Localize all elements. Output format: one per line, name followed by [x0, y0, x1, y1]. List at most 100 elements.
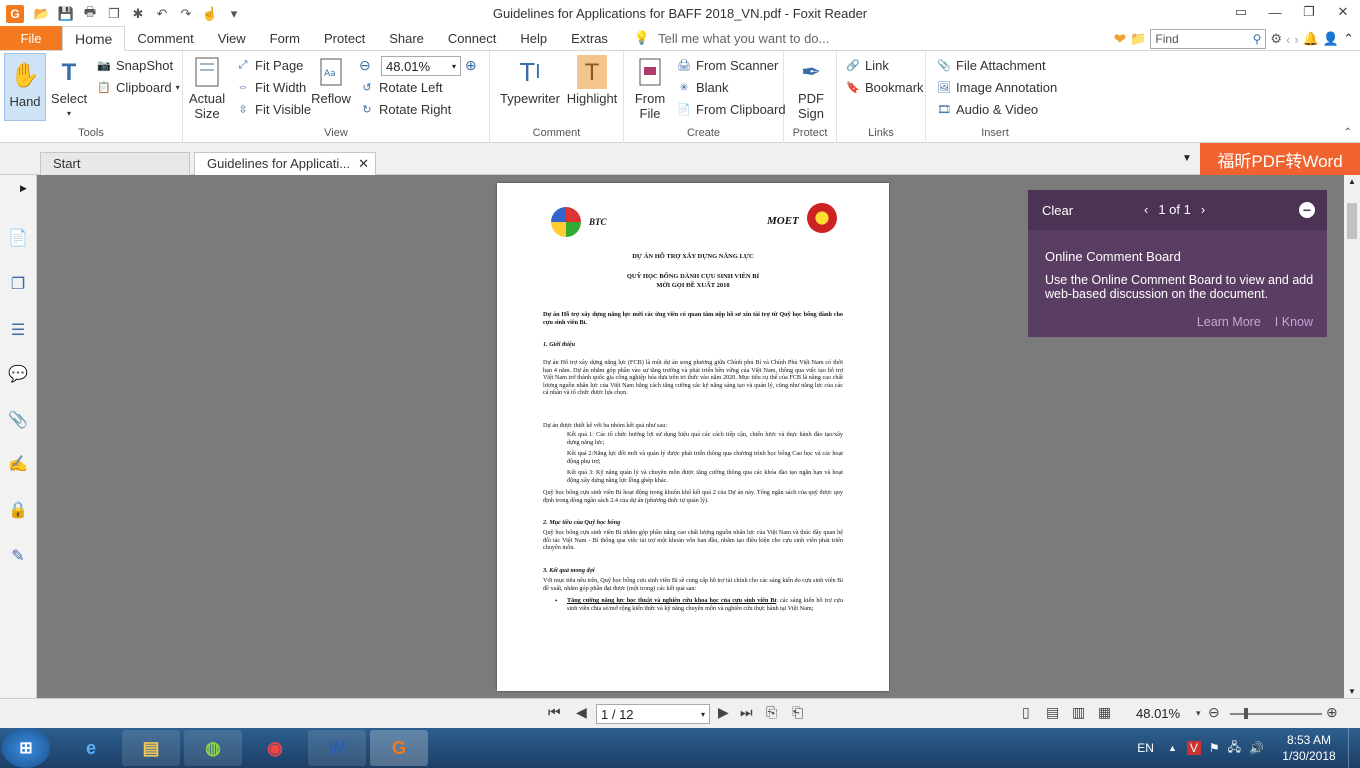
pdf-sign-button[interactable]: ✒ PDF Sign — [792, 55, 830, 121]
continuous-page-icon[interactable]: ▤ — [1046, 704, 1059, 721]
new-icon[interactable]: ✱ — [128, 5, 148, 23]
tab-home[interactable]: Home — [62, 26, 126, 51]
foxit-logo-icon[interactable]: G — [6, 4, 24, 23]
ie-icon[interactable]: e — [62, 730, 120, 766]
scroll-down-icon[interactable]: ▼ — [1348, 687, 1356, 696]
tab-connect[interactable]: Connect — [436, 26, 508, 50]
highlight-button[interactable]: T Highlight — [564, 55, 620, 106]
reflow-button[interactable]: Aa Reflow — [311, 55, 351, 106]
previous-view-icon[interactable]: ⎘ — [766, 704, 777, 721]
from-scanner-button[interactable]: 🖨 From Scanner — [676, 57, 778, 73]
print-icon[interactable]: 🖶 — [80, 4, 100, 23]
collapse-ribbon-icon[interactable]: ⌃ — [1344, 127, 1352, 138]
blank-button[interactable]: ✳ Blank — [676, 79, 728, 95]
prev-icon[interactable]: ‹ — [1144, 202, 1148, 217]
last-page-icon[interactable]: ⏭ — [740, 704, 753, 721]
tab-start[interactable]: Start — [40, 152, 190, 175]
tray-app-icon[interactable]: V — [1186, 741, 1201, 755]
search-icon[interactable]: ⚲ — [1253, 32, 1262, 46]
actual-size-button[interactable]: Actual Size — [189, 55, 225, 121]
explorer-icon[interactable]: ▤ — [122, 730, 180, 766]
clock[interactable]: 8:53 AM 1/30/2018 — [1270, 732, 1348, 764]
comments-icon[interactable]: 💬 — [7, 363, 29, 385]
ribbon-toggle-icon[interactable]: ▭ — [1224, 0, 1258, 24]
tray-expand-icon[interactable]: ▲ — [1168, 743, 1177, 753]
fit-page-button[interactable]: ⤢ Fit Page — [235, 57, 304, 73]
tab-protect[interactable]: Protect — [312, 26, 377, 50]
zoom-slider-knob[interactable] — [1244, 708, 1248, 719]
tab-comment[interactable]: Comment — [125, 26, 205, 50]
scroll-up-icon[interactable]: ▲ — [1348, 177, 1356, 186]
next-result-icon[interactable]: › — [1294, 32, 1298, 47]
zoom-in-icon[interactable]: ⊕ — [465, 57, 477, 74]
facing-page-icon[interactable]: ▥ — [1072, 704, 1085, 721]
close-button[interactable]: ✕ — [1326, 0, 1360, 24]
link-button[interactable]: 🔗 Link — [845, 57, 889, 73]
next-view-icon[interactable]: ⎗ — [792, 704, 803, 721]
network-icon[interactable]: 🖧 — [1228, 738, 1241, 759]
i-know-link[interactable]: I Know — [1275, 315, 1313, 329]
prev-result-icon[interactable]: ‹ — [1286, 32, 1290, 47]
close-tab-icon[interactable]: ✕ — [358, 156, 369, 172]
single-page-icon[interactable]: ▯ — [1022, 704, 1030, 721]
page-thumbnail-icon[interactable]: 📄 — [7, 227, 29, 249]
tab-view[interactable]: View — [206, 26, 258, 50]
zoom-out-icon[interactable]: ⊖ — [359, 57, 371, 74]
vertical-scrollbar[interactable]: ▲ ▼ — [1344, 175, 1360, 698]
pages-icon[interactable]: ❐ — [104, 5, 124, 23]
tab-list-chevron-icon[interactable]: ▼ — [1182, 153, 1192, 164]
gear-icon[interactable]: ⚙ — [1270, 31, 1282, 47]
chevron-down-icon[interactable]: ▾ — [1196, 708, 1201, 719]
layers-icon[interactable]: ☰ — [7, 319, 29, 341]
zoom-combo[interactable]: 48.01% ▾ — [381, 56, 461, 76]
zoom-in-button[interactable]: ⊕ — [1326, 704, 1338, 721]
hand-tool-icon[interactable]: ☝ — [200, 5, 220, 23]
find-input[interactable]: Find ⚲ — [1150, 29, 1267, 49]
tab-help[interactable]: Help — [508, 26, 559, 50]
typewriter-button[interactable]: TI Typewriter — [500, 55, 560, 107]
app-green-icon[interactable]: ◍ — [184, 730, 242, 766]
snapshot-button[interactable]: 📷 SnapShot — [96, 57, 173, 73]
chrome-icon[interactable]: ◉ — [246, 730, 304, 766]
undo-icon[interactable]: ↶ — [152, 5, 172, 23]
expand-panel-icon[interactable]: ▶ — [20, 183, 27, 194]
bell-icon[interactable]: 🔔 — [1303, 31, 1319, 47]
hand-button[interactable]: ✋ Hand — [4, 53, 46, 121]
signature-panel-icon[interactable]: ✍ — [7, 453, 29, 475]
tab-file[interactable]: File — [0, 26, 62, 50]
audio-video-button[interactable]: 🎞 Audio & Video — [936, 101, 1038, 117]
fit-visible-button[interactable]: ⇳ Fit Visible — [235, 101, 311, 117]
folder-search-icon[interactable]: 📁 — [1130, 31, 1146, 47]
promo-banner[interactable]: 福昕PDF转Word — [1200, 143, 1360, 175]
file-attachment-button[interactable]: 📎 File Attachment — [936, 57, 1045, 73]
clear-button[interactable]: Clear — [1042, 203, 1073, 218]
rotate-left-button[interactable]: ↺ Rotate Left — [359, 79, 442, 95]
collapse-ribbon-icon[interactable]: ⌃ — [1343, 31, 1354, 47]
certify-icon[interactable]: ✎ — [7, 545, 29, 567]
network-flag-icon[interactable]: ⚑ — [1209, 741, 1220, 755]
user-icon[interactable]: 👤 — [1323, 31, 1339, 47]
redo-icon[interactable]: ↷ — [176, 5, 196, 23]
prev-page-icon[interactable]: ◀ — [576, 704, 587, 721]
attachment-icon[interactable]: 📎 — [7, 409, 29, 431]
layers-pages-icon[interactable]: ❐ — [7, 273, 29, 295]
tab-share[interactable]: Share — [377, 26, 436, 50]
foxit-taskbar-icon[interactable]: G — [370, 730, 428, 766]
rotate-right-button[interactable]: ↻ Rotate Right — [359, 101, 451, 117]
maximize-button[interactable]: ❐ — [1292, 0, 1326, 24]
minimize-icon[interactable]: − — [1299, 202, 1315, 218]
select-button[interactable]: T Select ▾ — [50, 55, 88, 121]
lock-icon[interactable]: 🔒 — [7, 499, 29, 521]
continuous-facing-icon[interactable]: ▦ — [1098, 704, 1111, 721]
customize-qat-icon[interactable]: ▾ — [224, 5, 244, 23]
language-indicator[interactable]: EN — [1137, 741, 1154, 755]
save-icon[interactable]: 💾 — [56, 5, 76, 23]
minimize-button[interactable]: — — [1258, 0, 1292, 24]
zoom-out-button[interactable]: ⊖ — [1208, 704, 1220, 721]
image-annotation-button[interactable]: 🖼 Image Annotation — [936, 79, 1057, 95]
heart-icon[interactable]: ❤ — [1114, 30, 1127, 48]
show-desktop-button[interactable] — [1348, 728, 1360, 768]
bookmark-button[interactable]: 🔖 Bookmark — [845, 79, 923, 95]
tab-document[interactable]: Guidelines for Applicati... ✕ — [194, 152, 376, 175]
tab-form[interactable]: Form — [258, 26, 312, 50]
